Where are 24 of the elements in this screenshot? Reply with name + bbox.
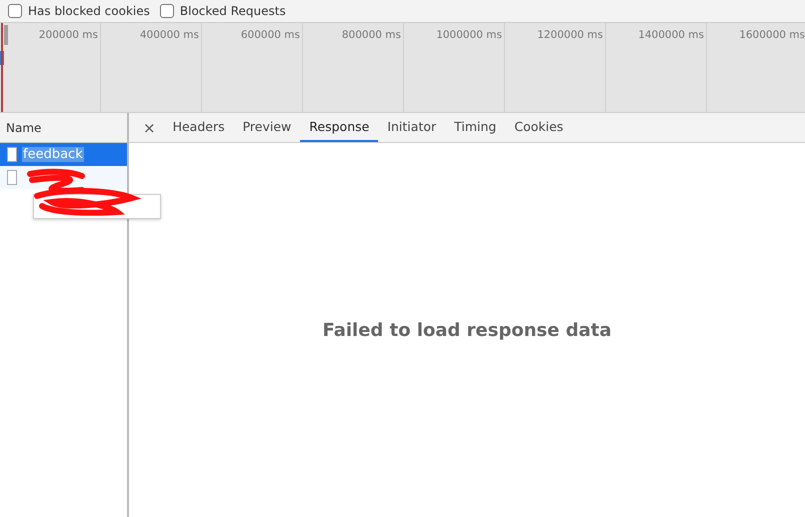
- empty-message: Failed to load response data: [322, 320, 612, 340]
- time-tick-label: 1200000 ms: [537, 29, 603, 43]
- detail-tab[interactable]: Response: [300, 113, 378, 142]
- request-name: feedback: [22, 147, 84, 162]
- time-tick-label: 600000 ms: [240, 29, 300, 43]
- time-tick-label: 1000000 ms: [436, 29, 502, 43]
- document-icon: [7, 170, 17, 185]
- checkbox[interactable]: [8, 4, 22, 18]
- checkbox[interactable]: [160, 4, 174, 18]
- detail-tab[interactable]: Timing: [445, 113, 506, 142]
- filter-label: Has blocked cookies: [28, 4, 150, 18]
- time-tick-label: 200000 ms: [38, 29, 98, 43]
- detail-tab[interactable]: Cookies: [505, 113, 572, 142]
- document-icon: [7, 147, 17, 162]
- close-button[interactable]: ×: [135, 113, 164, 142]
- time-tick-label: 800000 ms: [342, 29, 401, 43]
- time-tick-label: 1600000 ms: [739, 29, 805, 43]
- time-tick-label: 1400000 ms: [638, 29, 704, 43]
- detail-tab[interactable]: Headers: [164, 113, 234, 142]
- time-tick-label: 400000 ms: [140, 29, 199, 43]
- detail-tab[interactable]: Initiator: [378, 113, 446, 142]
- filter-label: Blocked Requests: [180, 4, 286, 18]
- detail-tab[interactable]: Preview: [234, 113, 300, 142]
- name-column-header[interactable]: Name: [0, 113, 127, 143]
